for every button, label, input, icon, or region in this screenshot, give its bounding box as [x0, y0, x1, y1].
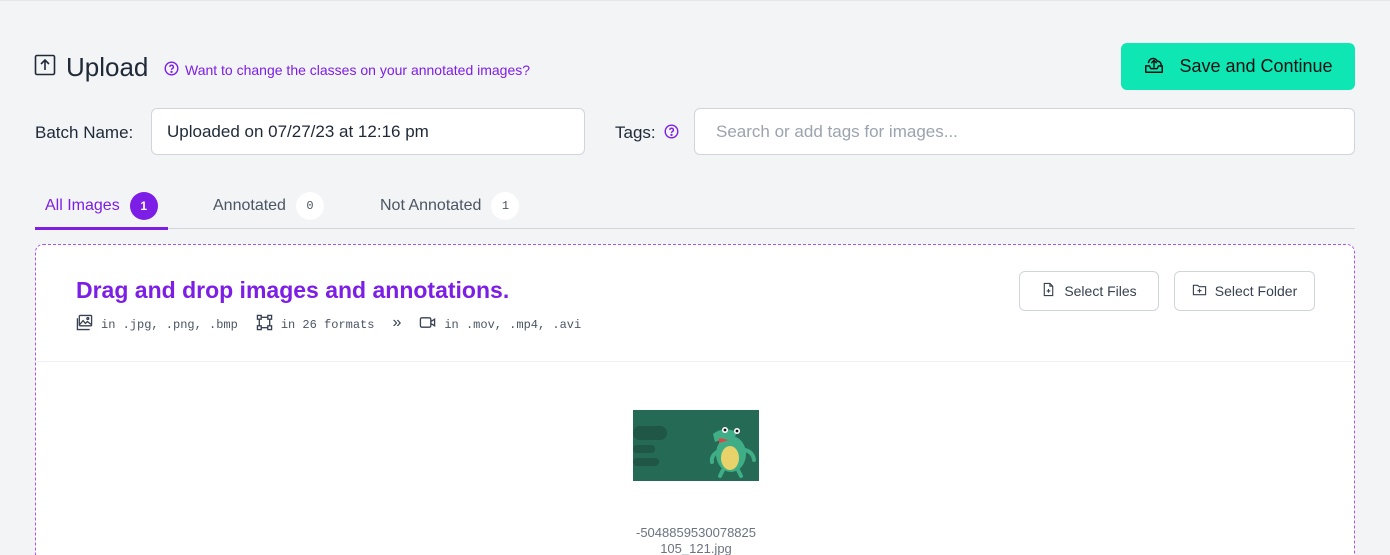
image-thumbnail[interactable]	[633, 410, 759, 481]
annotation-formats: in 26 formats	[256, 314, 374, 335]
file-plus-icon	[1041, 282, 1064, 300]
top-border	[0, 0, 1390, 1]
save-button-label: Save and Continue	[1179, 56, 1333, 76]
image-filter-tabs: All Images 1 Annotated 0 Not Annotated 1	[35, 183, 1355, 230]
tab-all-images[interactable]: All Images 1	[35, 183, 168, 230]
select-files-button[interactable]: Select Files	[1019, 271, 1159, 311]
count-badge: 1	[129, 191, 158, 220]
tab-label: All Images	[45, 196, 120, 214]
page-title: Upload	[34, 52, 148, 83]
save-and-continue-button[interactable]: Save and Continue	[1121, 43, 1355, 90]
tab-annotated[interactable]: Annotated 0	[203, 183, 334, 228]
image-icon	[76, 314, 101, 335]
tab-label: Annotated	[213, 196, 286, 214]
select-files-label: Select Files	[1064, 283, 1137, 299]
drop-zone-title: Drag and drop images and annotations.	[76, 277, 510, 303]
cloud-upload-icon	[1143, 53, 1179, 80]
change-classes-help-link[interactable]: Want to change the classes on your annot…	[164, 61, 530, 79]
divider	[36, 361, 1354, 362]
tags-search-input[interactable]	[694, 108, 1355, 155]
select-folder-label: Select Folder	[1214, 283, 1298, 299]
chevron-double-right-icon: »	[392, 314, 402, 331]
tags-label: Tags:	[615, 123, 656, 142]
batch-name-label: Batch Name:	[35, 123, 134, 142]
select-folder-button[interactable]: Select Folder	[1174, 271, 1315, 311]
drop-zone[interactable]: Drag and drop images and annotations. in…	[35, 244, 1355, 555]
count-badge: 1	[491, 191, 520, 220]
supported-formats: in .jpg, .png, .bmp in 26 formats » in .…	[76, 314, 599, 335]
image-formats: in .jpg, .png, .bmp	[76, 314, 238, 335]
help-link-text: Want to change the classes on your annot…	[185, 62, 531, 78]
tab-not-annotated[interactable]: Not Annotated 1	[370, 183, 529, 228]
question-circle-icon	[164, 61, 185, 79]
batch-name-input[interactable]	[151, 108, 585, 155]
upload-box-icon	[34, 54, 56, 81]
video-icon	[419, 314, 444, 335]
image-filename: -5048859530078825 105_121.jpg	[635, 525, 756, 555]
bounding-box-icon	[256, 314, 281, 335]
folder-plus-icon	[1192, 282, 1215, 300]
video-formats: in .mov, .mp4, .avi	[419, 314, 581, 335]
page-title-text: Upload	[66, 52, 149, 82]
tab-label: Not Annotated	[380, 196, 482, 214]
count-badge: 0	[295, 191, 324, 220]
question-circle-icon[interactable]	[664, 124, 679, 139]
